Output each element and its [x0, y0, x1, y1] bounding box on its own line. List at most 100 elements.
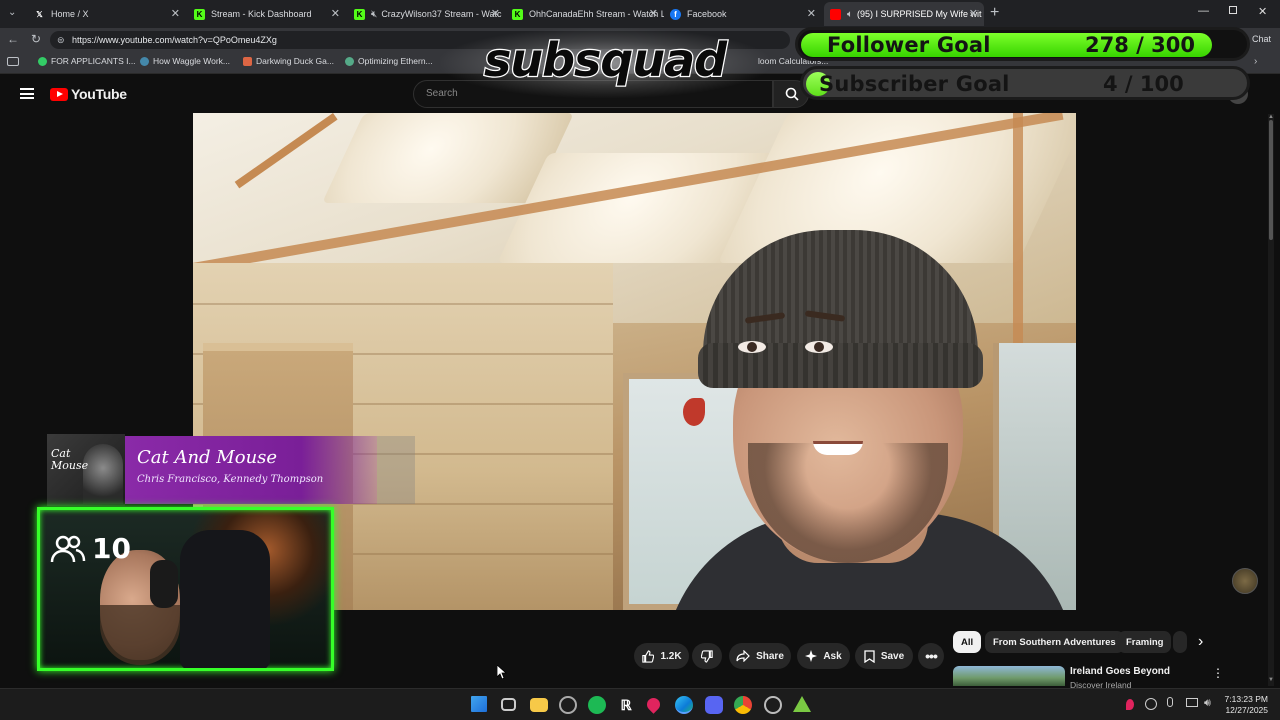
system-clock[interactable]: 7:13:23 PM 12/27/2025: [1225, 694, 1268, 716]
tray-app-icon[interactable]: [1145, 698, 1157, 710]
tab-facebook[interactable]: f Facebook ✕: [664, 2, 822, 26]
task-view-icon[interactable]: [501, 698, 516, 711]
more-actions-button[interactable]: •••: [918, 643, 944, 669]
bookmark-item[interactable]: Darkwing Duck Ga...: [243, 56, 334, 66]
chip-from-channel[interactable]: From Southern Adventures: [985, 631, 1124, 653]
x-logo-icon: 𝕏: [36, 9, 43, 19]
webcam-gaming-chair: [180, 530, 270, 668]
chip-all[interactable]: All: [953, 631, 982, 653]
close-tab-icon[interactable]: ✕: [969, 7, 978, 20]
clock-date: 12/27/2025: [1225, 705, 1268, 715]
back-arrow-icon[interactable]: ←: [7, 32, 19, 46]
speedometer-icon[interactable]: [764, 696, 782, 714]
bookmark-label: Optimizing Ethern...: [358, 56, 433, 66]
chrome-browser-icon[interactable]: [734, 696, 752, 714]
tab-title: OhhCanadaEhh Stream - Watch Li: [529, 9, 664, 19]
restore-window-button[interactable]: [1229, 6, 1237, 14]
youtube-logo-text: YouTube: [71, 86, 127, 102]
bookmark-item[interactable]: Optimizing Ethern...: [345, 56, 433, 66]
reload-icon[interactable]: ↻: [31, 32, 41, 46]
like-button[interactable]: 1.2K: [634, 643, 689, 669]
follower-goal-bar: Follower Goal 278 / 300: [795, 27, 1250, 61]
display-icon[interactable]: [1186, 698, 1198, 707]
close-tab-icon[interactable]: ✕: [491, 7, 500, 20]
minimize-window-button[interactable]: —: [1198, 5, 1209, 17]
facebook-icon: f: [670, 8, 681, 20]
related-video-thumbnail[interactable]: [953, 666, 1065, 686]
ask-button[interactable]: Ask: [797, 643, 850, 669]
album-art-text: Cat Mouse: [51, 447, 89, 472]
spotify-icon[interactable]: [588, 696, 606, 714]
dislike-button[interactable]: [692, 643, 722, 669]
text-app-icon[interactable]: ℝ: [617, 696, 635, 714]
tab-search-icon[interactable]: [7, 57, 19, 66]
close-tab-icon[interactable]: ✕: [171, 7, 180, 20]
chip-partial[interactable]: [1173, 631, 1187, 653]
bookmark-label: Darkwing Duck Ga...: [256, 56, 334, 66]
speaker-icon[interactable]: 🔈︎: [847, 9, 853, 20]
tab-list-chevron-icon[interactable]: ⌄: [8, 7, 20, 19]
mouse-cursor-icon: [497, 665, 507, 679]
tab-title: Facebook: [687, 9, 727, 19]
logo-text: subsquad: [484, 33, 728, 87]
tab-x-home[interactable]: 𝕏 Home / X ✕: [28, 2, 186, 26]
windows-taskbar: ℝ 🔊︎ 7:13:23 PM 12/27/2025: [0, 688, 1280, 720]
save-button[interactable]: Save: [855, 643, 913, 669]
track-artist: Chris Francisco, Kennedy Thompson: [137, 474, 324, 485]
close-tab-icon[interactable]: ✕: [649, 7, 658, 20]
tab-crazywilson-stream[interactable]: K 🔇︎ CrazyWilson37 Stream - Watc ✕: [348, 2, 506, 26]
bookmarks-overflow-chevron-icon[interactable]: ›: [1254, 56, 1257, 67]
related-video-title[interactable]: Ireland Goes Beyond: [1070, 666, 1170, 677]
chat-button[interactable]: Chat: [1252, 34, 1271, 44]
track-title: Cat And Mouse: [137, 447, 278, 468]
share-button[interactable]: Share: [729, 643, 791, 669]
chip-framing[interactable]: Framing: [1118, 631, 1172, 653]
triangle-app-icon[interactable]: [793, 696, 811, 712]
tray-pin-icon[interactable]: [1126, 699, 1134, 710]
hamburger-menu-icon[interactable]: [20, 88, 34, 99]
bookmark-item[interactable]: FOR APPLICANTS I...: [38, 56, 136, 66]
webcam-streamer-beard: [100, 605, 180, 665]
youtube-icon: [830, 8, 841, 20]
scrollbar-thumb[interactable]: [1269, 120, 1273, 240]
album-art: Cat Mouse: [47, 434, 125, 506]
kick-icon: K: [354, 8, 365, 20]
tab-youtube-video[interactable]: 🔈︎ (95) I SURPRISED My Wife wit ✕: [824, 2, 984, 26]
bookmark-item[interactable]: How Waggle Work...: [140, 56, 230, 66]
now-playing-card: Cat Mouse Cat And Mouse Chris Francisco,…: [47, 434, 415, 506]
tab-title: Home / X: [51, 9, 89, 19]
tab-kick-dashboard[interactable]: K Stream - Kick Dashboard ✕: [188, 2, 346, 26]
file-explorer-icon[interactable]: [530, 698, 548, 712]
youtube-logo[interactable]: YouTube: [50, 86, 127, 102]
close-window-button[interactable]: ✕: [1258, 5, 1267, 18]
tab-ohhcanadaehh-stream[interactable]: K OhhCanadaEhh Stream - Watch Li ✕: [506, 2, 664, 26]
scroll-up-arrow-icon[interactable]: ▲: [1268, 114, 1274, 120]
bookmark-favicon-icon: [243, 56, 252, 66]
chips-next-chevron-icon[interactable]: ›: [1198, 633, 1203, 651]
site-info-icon[interactable]: ⊜: [57, 31, 65, 49]
close-tab-icon[interactable]: ✕: [807, 7, 816, 20]
browser-tab-bar: ⌄ 𝕏 Home / X ✕ K Stream - Kick Dashboard…: [0, 0, 1280, 28]
related-video-menu-icon[interactable]: ⋮: [1212, 666, 1224, 680]
ask-label: Ask: [823, 650, 842, 662]
thumbs-up-icon: [642, 649, 655, 663]
recorder-app-icon[interactable]: [559, 696, 577, 714]
new-tab-button[interactable]: +: [990, 4, 999, 22]
volume-icon[interactable]: 🔊︎: [1204, 697, 1211, 710]
muted-speaker-icon[interactable]: 🔇︎: [371, 9, 377, 20]
close-tab-icon[interactable]: ✕: [331, 7, 340, 20]
windows-start-icon[interactable]: [471, 696, 487, 712]
channel-watermark-icon[interactable]: [1232, 568, 1258, 594]
bookmark-favicon-icon: [140, 56, 149, 66]
chip-label: All: [961, 636, 974, 648]
video-person-eye: [805, 341, 833, 353]
microphone-icon[interactable]: [1167, 697, 1173, 707]
scroll-down-arrow-icon[interactable]: ▼: [1268, 677, 1274, 683]
discord-icon[interactable]: [705, 696, 723, 714]
clock-time: 7:13:23 PM: [1224, 694, 1268, 704]
map-pin-app-icon[interactable]: [644, 695, 663, 714]
related-video-channel[interactable]: Discover Ireland: [1070, 680, 1131, 688]
bookmark-favicon-icon: [38, 56, 47, 66]
youtube-play-icon: [50, 87, 68, 101]
edge-browser-icon[interactable]: [675, 696, 693, 714]
